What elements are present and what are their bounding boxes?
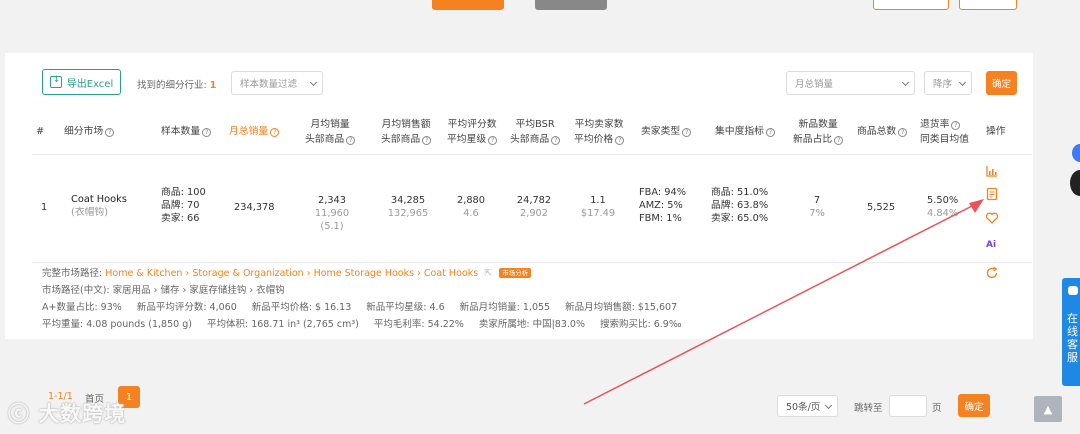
arrow-up-icon: ▲: [1043, 402, 1053, 416]
online-service-label: 在线客服: [1067, 312, 1078, 364]
watermark-icon: ⓒ: [8, 402, 30, 426]
watermark-logo: ⓒ 大数跨境: [8, 398, 126, 428]
annotation-arrow: [583, 199, 984, 405]
back-to-top-button[interactable]: ▲: [1034, 396, 1062, 422]
online-service-panel[interactable]: 在线客服: [1062, 278, 1080, 386]
watermark-text: 大数跨境: [38, 402, 127, 426]
chat-icon: [1068, 286, 1078, 295]
